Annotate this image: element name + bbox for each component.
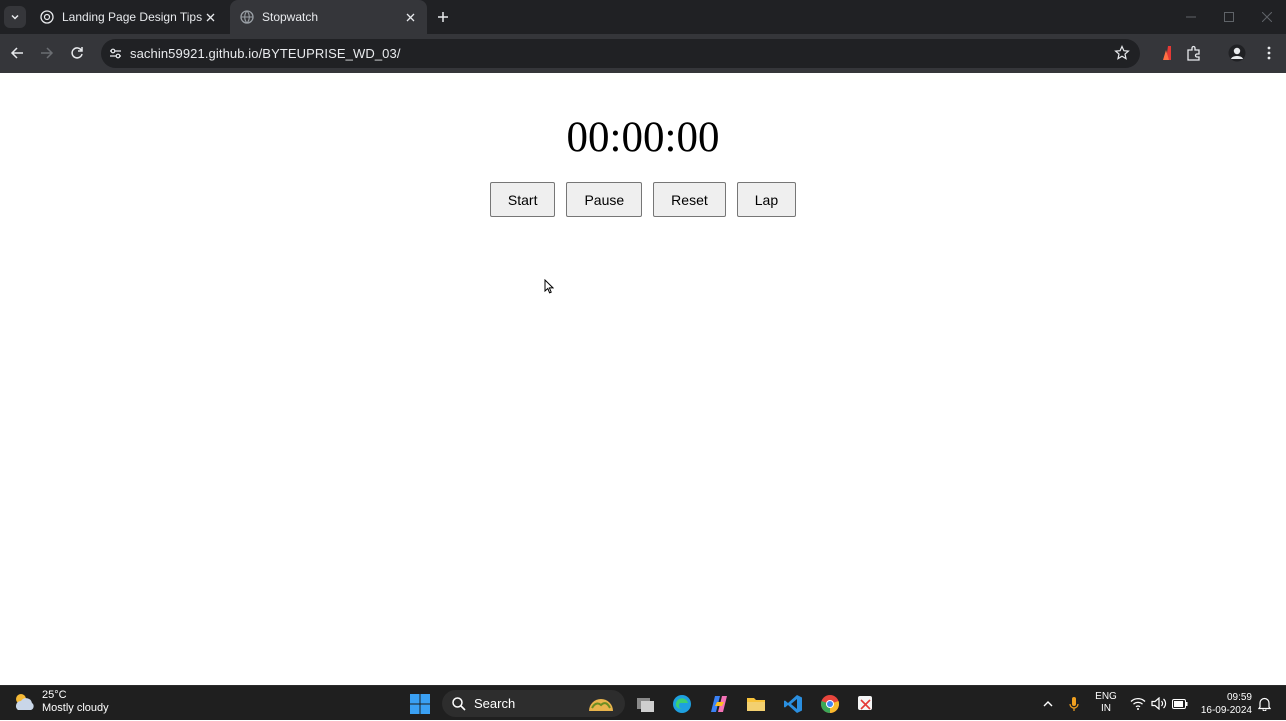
- language-code: ENG: [1095, 691, 1117, 702]
- tab-search-button[interactable]: [4, 6, 26, 28]
- notification-bell-icon[interactable]: [1256, 686, 1272, 721]
- search-label: Search: [474, 696, 516, 711]
- weather-widget[interactable]: 25°C Mostly cloudy: [12, 689, 109, 715]
- taskbar-search[interactable]: Search: [442, 690, 625, 717]
- chevron-down-icon: [11, 14, 19, 20]
- maximize-icon[interactable]: [1210, 0, 1248, 34]
- vscode-icon[interactable]: [781, 692, 805, 716]
- task-view-icon[interactable]: [634, 692, 658, 716]
- extension-red-icon[interactable]: [1157, 44, 1175, 62]
- mouse-pointer-icon: [544, 279, 554, 294]
- stopwatch-display: 00:00:00: [566, 114, 720, 161]
- tab-title: Stopwatch: [262, 10, 319, 24]
- edge-browser-icon[interactable]: [670, 692, 694, 716]
- region-code: IN: [1101, 703, 1111, 714]
- close-window-icon[interactable]: [1248, 0, 1286, 34]
- start-button[interactable]: Start: [489, 182, 556, 217]
- close-tab-icon[interactable]: [203, 10, 217, 24]
- windows-taskbar: 25°C Mostly cloudy Search ENG IN 09:59 1…: [0, 685, 1286, 720]
- pause-button[interactable]: Pause: [566, 182, 643, 217]
- globe-icon: [240, 10, 254, 24]
- address-bar[interactable]: sachin59921.github.io/BYTEUPRISE_WD_03/: [101, 39, 1140, 68]
- browser-toolbar: sachin59921.github.io/BYTEUPRISE_WD_03/: [0, 34, 1286, 73]
- clock-time: 09:59: [1226, 692, 1252, 703]
- chrome-icon[interactable]: [818, 692, 842, 716]
- back-arrow-icon[interactable]: [7, 43, 27, 63]
- wifi-icon[interactable]: [1129, 686, 1147, 721]
- reset-button[interactable]: Reset: [653, 182, 726, 217]
- tab-strip: Landing Page Design Tips Stopwatch: [0, 0, 1286, 34]
- taco-highlight-icon: [589, 699, 613, 711]
- taskbar-clock[interactable]: 09:59 16-09-2024: [1196, 691, 1252, 717]
- openai-favicon-icon: [40, 10, 54, 24]
- stopwatch-controls: Start Pause Reset Lap: [0, 182, 1286, 217]
- weather-condition: Mostly cloudy: [42, 702, 109, 714]
- window-controls: [1172, 0, 1286, 34]
- lap-button[interactable]: Lap: [736, 182, 797, 217]
- bookmark-star-icon[interactable]: [1114, 45, 1130, 61]
- snipping-tool-icon[interactable]: [854, 692, 878, 716]
- site-info-tune-icon[interactable]: [107, 46, 123, 62]
- more-menu-icon[interactable]: [1260, 44, 1278, 62]
- url-text[interactable]: sachin59921.github.io/BYTEUPRISE_WD_03/: [130, 46, 401, 61]
- forward-arrow-icon[interactable]: [37, 43, 57, 63]
- page-content: 00:00:00 Start Pause Reset Lap: [0, 73, 1286, 685]
- close-tab-icon[interactable]: [403, 10, 417, 24]
- minimize-icon[interactable]: [1172, 0, 1210, 34]
- copilot-icon[interactable]: [707, 692, 731, 716]
- weather-temperature: 25°C: [42, 689, 67, 701]
- microphone-icon[interactable]: [1066, 686, 1082, 721]
- extensions-puzzle-icon[interactable]: [1185, 44, 1203, 62]
- profile-avatar-icon[interactable]: [1228, 44, 1246, 62]
- tab-stopwatch[interactable]: Stopwatch: [230, 0, 427, 34]
- windows-start-icon[interactable]: [408, 692, 432, 716]
- cloud-sun-icon: [16, 694, 34, 710]
- reload-icon[interactable]: [67, 43, 87, 63]
- show-hidden-icons-chevron-icon[interactable]: [1040, 686, 1056, 721]
- search-icon: [452, 696, 466, 711]
- input-language[interactable]: ENG IN: [1094, 691, 1118, 715]
- battery-icon[interactable]: [1171, 686, 1189, 721]
- volume-icon[interactable]: [1150, 686, 1168, 721]
- file-explorer-icon[interactable]: [744, 692, 768, 716]
- tab-landing-page[interactable]: Landing Page Design Tips: [30, 0, 227, 34]
- tab-title: Landing Page Design Tips: [62, 10, 203, 24]
- clock-date: 16-09-2024: [1200, 705, 1252, 716]
- new-tab-plus-icon[interactable]: [434, 8, 452, 26]
